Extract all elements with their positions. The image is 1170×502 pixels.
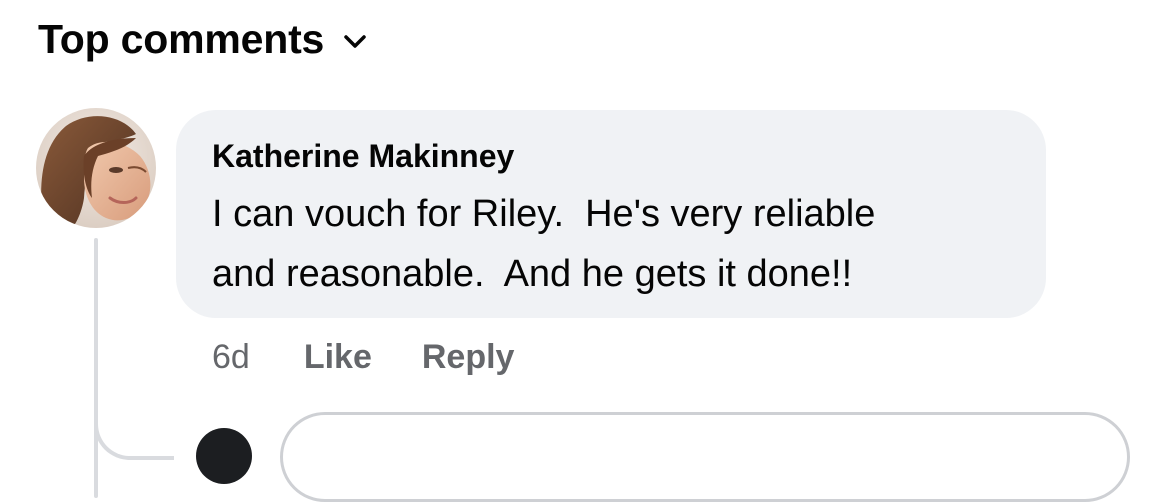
thread-connector-line [94, 238, 98, 498]
reply-button[interactable]: Reply [422, 334, 515, 380]
comment-bubble: Katherine Makinney I can vouch for Riley… [176, 110, 1046, 318]
avatar[interactable] [36, 108, 156, 228]
thread-connector-curve [94, 380, 174, 460]
comment-author-name[interactable]: Katherine Makinney [212, 136, 1046, 176]
reply-input[interactable] [280, 412, 1130, 502]
chevron-down-icon [342, 33, 368, 51]
comment-sort-dropdown[interactable]: Top comments [38, 12, 368, 66]
sort-label: Top comments [38, 16, 325, 62]
comment-timestamp[interactable]: 6d [212, 334, 250, 380]
reply-user-avatar [196, 428, 252, 484]
comment-text: I can vouch for Riley. He's very reliabl… [212, 193, 876, 295]
like-button[interactable]: Like [304, 334, 372, 380]
comment-actions: 6d Like Reply [212, 334, 514, 380]
